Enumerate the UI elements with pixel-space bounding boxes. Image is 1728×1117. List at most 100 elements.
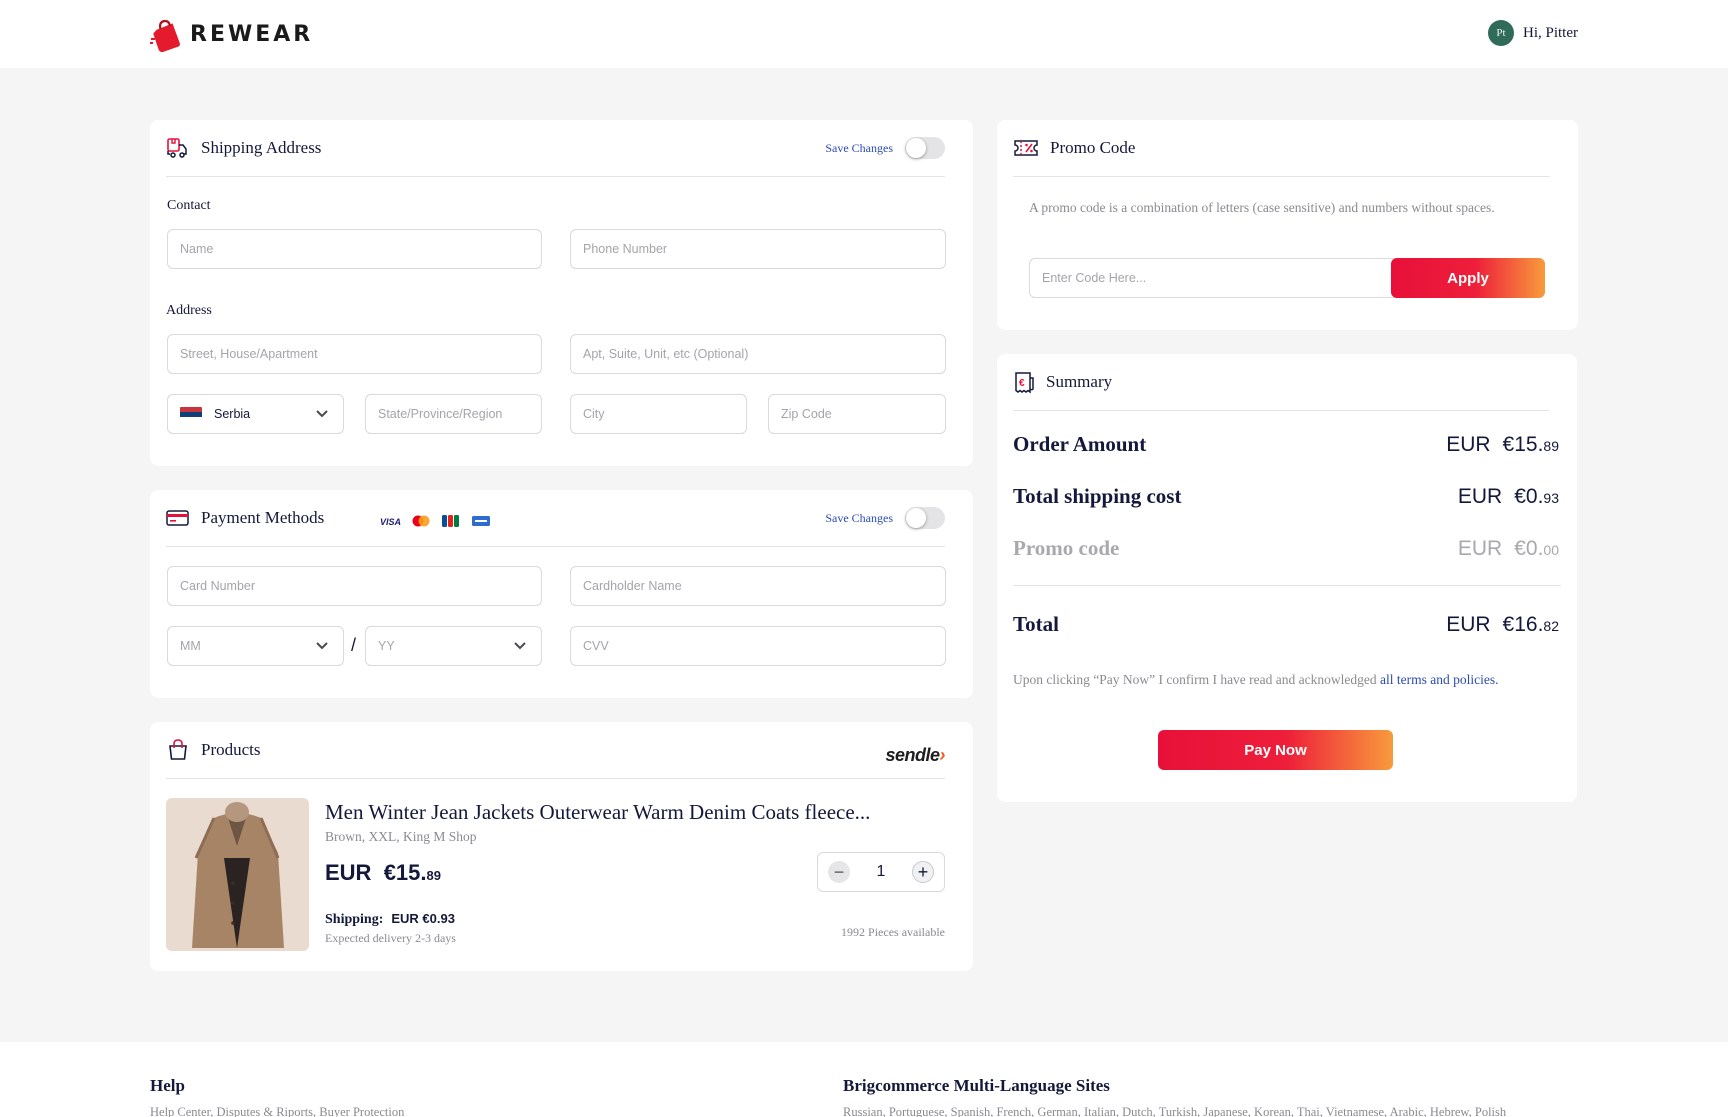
cardholder-name-input[interactable] — [570, 566, 946, 606]
terms-link[interactable]: all terms and policies. — [1380, 672, 1498, 687]
amount-cents: 89 — [1543, 438, 1559, 454]
save-changes-toggle[interactable] — [905, 507, 945, 529]
save-changes-toggle[interactable] — [905, 137, 945, 159]
city-input[interactable] — [570, 394, 747, 434]
shopping-bag-logo-icon — [150, 19, 180, 52]
delivery-truck-icon — [167, 138, 187, 158]
total-label: Total — [1013, 612, 1059, 636]
product-title[interactable]: Men Winter Jean Jackets Outerwear Warm D… — [325, 800, 870, 825]
chevron-down-icon — [514, 642, 526, 650]
shipping-main: EUR €0. — [391, 911, 441, 926]
name-input[interactable] — [167, 229, 542, 269]
phone-number-input[interactable] — [570, 229, 946, 269]
promo-code-value: EUR €0.00 — [1458, 537, 1559, 561]
save-changes-label: Save Changes — [825, 510, 893, 525]
amount-cents: 82 — [1543, 618, 1559, 634]
price-cents: 89 — [426, 868, 441, 883]
multi-language-sites-links[interactable]: Russian, Portuguese, Spanish, French, Ge… — [843, 1105, 1506, 1117]
amount-main: €15. — [1502, 433, 1544, 456]
currency: EUR — [1446, 433, 1491, 456]
currency: EUR — [1457, 537, 1503, 560]
amount-main: €16. — [1502, 613, 1544, 636]
expiry-year-select[interactable]: YY — [365, 626, 542, 666]
chevron-down-icon — [316, 642, 328, 650]
user-menu[interactable]: Pt Hi, Pitter — [1488, 20, 1578, 46]
order-amount-value: EUR €15.89 — [1446, 433, 1559, 457]
serbia-flag-icon — [180, 406, 202, 422]
jcb-logo-icon — [442, 515, 459, 527]
promo-code-title: Promo Code — [1050, 138, 1136, 157]
shipping-cost-value: EUR €0.93 — [1458, 485, 1559, 509]
product-image[interactable] — [166, 798, 309, 951]
decrease-quantity-button[interactable]: − — [828, 861, 850, 883]
products-title: Products — [201, 740, 261, 759]
terms-text: Upon clicking “Pay Now” I confirm I have… — [1013, 672, 1380, 687]
card-number-input[interactable] — [167, 566, 542, 606]
currency: EUR — [1457, 485, 1503, 508]
pay-now-button[interactable]: Pay Now — [1158, 730, 1393, 770]
currency: EUR — [1446, 613, 1491, 636]
shopping-bag-icon — [169, 739, 187, 760]
receipt-icon: € — [1015, 372, 1034, 394]
product-shipping: Shipping: EUR €0.93 — [325, 911, 455, 928]
svg-text:VISA: VISA — [380, 517, 401, 527]
order-amount-label: Order Amount — [1013, 432, 1147, 456]
amount-main: €0. — [1514, 537, 1544, 560]
apply-button[interactable]: Apply — [1391, 258, 1545, 298]
footer: Help Help Center, Disputes & Riports, Bu… — [0, 1042, 1728, 1117]
promo-code-header: Promo Code — [1013, 120, 1550, 177]
save-changes-label: Save Changes — [825, 140, 893, 155]
maestro-logo-icon — [472, 516, 490, 526]
shipping-address-header: Shipping Address Save Changes — [166, 120, 945, 177]
user-greeting: Hi, Pitter — [1523, 24, 1578, 41]
payment-save-changes: Save Changes — [825, 507, 945, 529]
coupon-ticket-icon — [1014, 140, 1038, 156]
country-select[interactable]: Serbia — [167, 394, 344, 434]
svg-text:€: € — [1019, 378, 1025, 389]
mastercard-logo-icon — [412, 515, 430, 527]
chevron-down-icon — [316, 410, 328, 418]
terms-notice: Upon clicking “Pay Now” I confirm I have… — [1013, 669, 1533, 690]
amount-cents: 00 — [1543, 542, 1559, 558]
street-input[interactable] — [167, 334, 542, 374]
promo-code-row: Promo code EUR €0.00 — [1013, 536, 1559, 561]
summary-title: Summary — [1046, 372, 1113, 391]
expiry-separator: / — [351, 635, 357, 655]
contact-label: Contact — [167, 198, 211, 213]
amount-cents: 93 — [1543, 490, 1559, 506]
quantity-value[interactable]: 1 — [877, 863, 886, 881]
promo-code-input[interactable] — [1029, 258, 1399, 298]
top-bar: REWEAR Pt Hi, Pitter — [0, 0, 1728, 68]
quantity-stepper: − 1 + — [817, 852, 945, 892]
zip-code-input[interactable] — [768, 394, 946, 434]
expiry-month-select[interactable]: MM — [167, 626, 344, 666]
product-variant: Brown, XXL, King M Shop — [325, 829, 477, 844]
help-title: Help — [150, 1076, 185, 1095]
products-header: Products sendle› — [166, 722, 945, 779]
increase-quantity-button[interactable]: + — [912, 861, 934, 883]
total-value: EUR €16.82 — [1446, 613, 1559, 637]
multi-language-sites-title: Brigcommerce Multi-Language Sites — [843, 1076, 1110, 1095]
month-placeholder: MM — [180, 639, 201, 653]
brand-logo[interactable]: REWEAR — [150, 16, 313, 52]
visa-logo-icon: VISA — [380, 517, 401, 527]
toggle-knob — [906, 138, 926, 158]
year-placeholder: YY — [378, 639, 395, 653]
coat-product-illustration — [166, 798, 309, 951]
help-links[interactable]: Help Center, Disputes & Riports, Buyer P… — [150, 1105, 404, 1117]
shipping-cost-label: Total shipping cost — [1013, 484, 1182, 508]
amount-main: €0. — [1514, 485, 1544, 508]
address-label: Address — [166, 303, 212, 318]
shipping-label: Shipping: — [325, 912, 384, 927]
shipping-address-title: Shipping Address — [201, 138, 322, 157]
shipping-cents: 93 — [440, 911, 455, 926]
sendle-carrier-logo: sendle› — [885, 745, 945, 766]
products-card: Products sendle› Men Winter Jean Jackets… — [150, 722, 973, 971]
cvv-input[interactable] — [570, 626, 946, 666]
promo-code-card: Promo Code A promo code is a combination… — [997, 120, 1578, 330]
state-input[interactable] — [365, 394, 542, 434]
credit-card-icon — [166, 510, 189, 526]
total-row: Total EUR €16.82 — [1013, 612, 1559, 637]
summary-divider — [1013, 585, 1561, 586]
apt-suite-input[interactable] — [570, 334, 946, 374]
